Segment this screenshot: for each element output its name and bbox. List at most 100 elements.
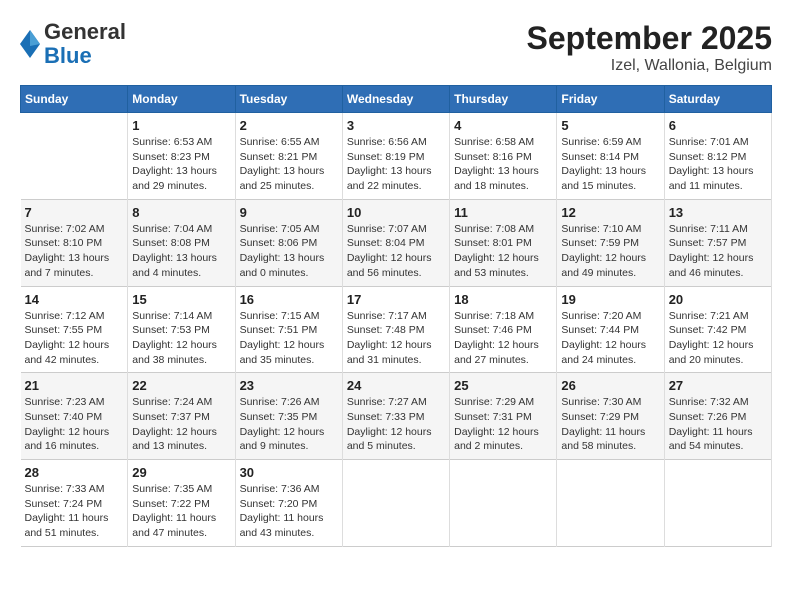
day-info: and 38 minutes. (132, 353, 230, 368)
day-info: and 31 minutes. (347, 353, 445, 368)
calendar-cell: 23Sunrise: 7:26 AMSunset: 7:35 PMDayligh… (235, 373, 342, 460)
day-number: 20 (669, 292, 767, 307)
day-info: Daylight: 13 hours (669, 164, 767, 179)
day-info: Daylight: 13 hours (132, 164, 230, 179)
day-info: Sunrise: 6:56 AM (347, 135, 445, 150)
day-number: 19 (561, 292, 659, 307)
day-number: 28 (25, 465, 124, 480)
calendar-cell: 2Sunrise: 6:55 AMSunset: 8:21 PMDaylight… (235, 113, 342, 200)
day-info: Daylight: 12 hours (454, 251, 552, 266)
day-info: Sunset: 7:24 PM (25, 497, 124, 512)
calendar-cell: 8Sunrise: 7:04 AMSunset: 8:08 PMDaylight… (128, 199, 235, 286)
calendar-cell: 5Sunrise: 6:59 AMSunset: 8:14 PMDaylight… (557, 113, 664, 200)
day-info: Sunrise: 7:01 AM (669, 135, 767, 150)
weekday-header: Saturday (664, 86, 771, 113)
day-info: Sunset: 8:12 PM (669, 150, 767, 165)
day-info: Sunrise: 7:24 AM (132, 395, 230, 410)
calendar-cell (557, 460, 664, 547)
day-info: Sunrise: 6:58 AM (454, 135, 552, 150)
day-info: and 5 minutes. (347, 439, 445, 454)
day-number: 24 (347, 378, 445, 393)
day-info: Sunrise: 7:14 AM (132, 309, 230, 324)
day-info: and 29 minutes. (132, 179, 230, 194)
weekday-header: Tuesday (235, 86, 342, 113)
day-info: and 2 minutes. (454, 439, 552, 454)
calendar-week-row: 7Sunrise: 7:02 AMSunset: 8:10 PMDaylight… (21, 199, 772, 286)
day-info: Sunset: 7:57 PM (669, 236, 767, 251)
day-info: and 35 minutes. (240, 353, 338, 368)
day-info: Daylight: 12 hours (132, 338, 230, 353)
calendar-cell: 24Sunrise: 7:27 AMSunset: 7:33 PMDayligh… (342, 373, 449, 460)
day-info: and 22 minutes. (347, 179, 445, 194)
day-number: 11 (454, 205, 552, 220)
day-number: 22 (132, 378, 230, 393)
day-info: Sunrise: 7:33 AM (25, 482, 124, 497)
day-info: and 51 minutes. (25, 526, 124, 541)
page-header: General Blue September 2025 Izel, Wallon… (20, 20, 772, 75)
day-info: Daylight: 13 hours (240, 164, 338, 179)
calendar-cell: 13Sunrise: 7:11 AMSunset: 7:57 PMDayligh… (664, 199, 771, 286)
day-info: Sunset: 7:31 PM (454, 410, 552, 425)
day-info: Sunrise: 7:02 AM (25, 222, 124, 237)
day-info: and 15 minutes. (561, 179, 659, 194)
day-info: and 43 minutes. (240, 526, 338, 541)
day-info: Sunset: 8:01 PM (454, 236, 552, 251)
day-info: and 18 minutes. (454, 179, 552, 194)
day-info: Sunset: 7:22 PM (132, 497, 230, 512)
day-info: Sunrise: 7:08 AM (454, 222, 552, 237)
day-number: 23 (240, 378, 338, 393)
day-info: Sunset: 7:40 PM (25, 410, 124, 425)
day-number: 12 (561, 205, 659, 220)
day-info: Sunrise: 7:11 AM (669, 222, 767, 237)
day-number: 25 (454, 378, 552, 393)
day-info: and 11 minutes. (669, 179, 767, 194)
logo-text: General Blue (44, 20, 126, 68)
day-info: and 27 minutes. (454, 353, 552, 368)
day-info: Sunrise: 7:18 AM (454, 309, 552, 324)
day-info: Sunset: 7:33 PM (347, 410, 445, 425)
day-number: 18 (454, 292, 552, 307)
day-info: and 42 minutes. (25, 353, 124, 368)
weekday-header: Friday (557, 86, 664, 113)
day-info: Sunrise: 7:15 AM (240, 309, 338, 324)
calendar-cell: 22Sunrise: 7:24 AMSunset: 7:37 PMDayligh… (128, 373, 235, 460)
day-info: Sunset: 7:48 PM (347, 323, 445, 338)
day-info: Daylight: 13 hours (25, 251, 124, 266)
calendar-week-row: 21Sunrise: 7:23 AMSunset: 7:40 PMDayligh… (21, 373, 772, 460)
calendar-week-row: 14Sunrise: 7:12 AMSunset: 7:55 PMDayligh… (21, 286, 772, 373)
calendar-cell: 15Sunrise: 7:14 AMSunset: 7:53 PMDayligh… (128, 286, 235, 373)
day-number: 4 (454, 118, 552, 133)
day-info: Daylight: 12 hours (454, 338, 552, 353)
day-info: Sunset: 7:55 PM (25, 323, 124, 338)
day-info: Sunrise: 7:07 AM (347, 222, 445, 237)
logo-icon (20, 30, 40, 58)
calendar-cell: 27Sunrise: 7:32 AMSunset: 7:26 PMDayligh… (664, 373, 771, 460)
calendar-cell: 4Sunrise: 6:58 AMSunset: 8:16 PMDaylight… (450, 113, 557, 200)
day-number: 29 (132, 465, 230, 480)
day-info: and 24 minutes. (561, 353, 659, 368)
day-info: Sunset: 8:21 PM (240, 150, 338, 165)
calendar-cell: 11 Sunrise: 7:08 AMSunset: 8:01 PMDayligh… (450, 199, 557, 286)
calendar-cell (450, 460, 557, 547)
day-info: and 20 minutes. (669, 353, 767, 368)
day-info: Daylight: 12 hours (454, 425, 552, 440)
calendar-cell: 16Sunrise: 7:15 AMSunset: 7:51 PMDayligh… (235, 286, 342, 373)
calendar-cell: 1Sunrise: 6:53 AMSunset: 8:23 PMDaylight… (128, 113, 235, 200)
day-number: 27 (669, 378, 767, 393)
page-subtitle: Izel, Wallonia, Belgium (527, 57, 772, 75)
day-info: and 13 minutes. (132, 439, 230, 454)
day-info: Daylight: 11 hours (669, 425, 767, 440)
calendar-cell: 20Sunrise: 7:21 AMSunset: 7:42 PMDayligh… (664, 286, 771, 373)
day-info: and 47 minutes. (132, 526, 230, 541)
day-info: and 16 minutes. (25, 439, 124, 454)
day-number: 8 (132, 205, 230, 220)
day-info: Sunset: 7:35 PM (240, 410, 338, 425)
logo-blue: Blue (44, 44, 126, 68)
day-info: Daylight: 12 hours (561, 338, 659, 353)
day-info: and 25 minutes. (240, 179, 338, 194)
calendar-table: SundayMondayTuesdayWednesdayThursdayFrid… (20, 85, 772, 547)
day-info: Daylight: 12 hours (240, 338, 338, 353)
day-info: Sunrise: 7:04 AM (132, 222, 230, 237)
weekday-header: Thursday (450, 86, 557, 113)
day-info: and 56 minutes. (347, 266, 445, 281)
